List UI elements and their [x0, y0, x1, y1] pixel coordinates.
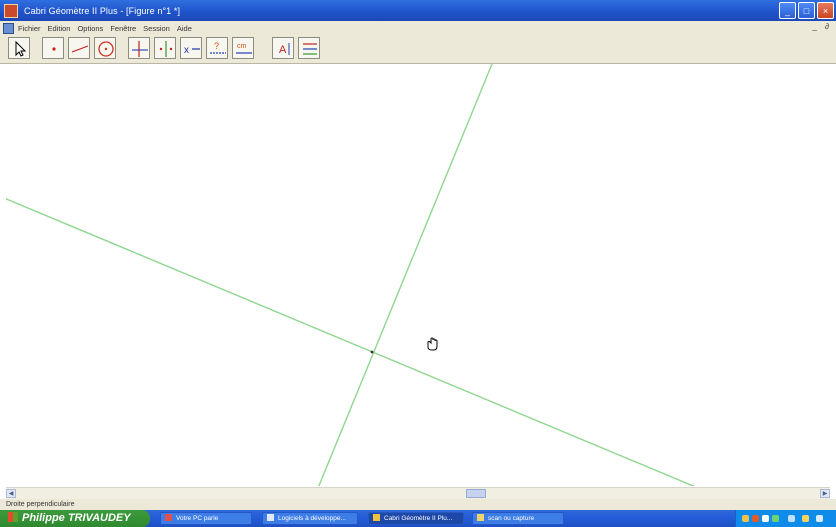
scroll-right-arrow-icon[interactable]: ▶ — [820, 489, 830, 498]
system-tray — [735, 510, 836, 527]
cabri-app-icon[interactable] — [4, 3, 18, 18]
menu-aide[interactable]: Aide — [177, 24, 192, 33]
check-property-tool-button[interactable]: ? — [206, 37, 228, 59]
perpendicular-line-tool-button[interactable] — [128, 37, 150, 59]
svg-text:cm: cm — [237, 43, 247, 50]
menu-session[interactable]: Session — [143, 24, 170, 33]
start-label: Philippe TRIVAUDEY — [22, 512, 131, 524]
display-tool-button[interactable]: A — [272, 37, 294, 59]
reflection-icon — [159, 41, 173, 57]
intersection-point[interactable] — [370, 350, 374, 354]
taskbar-item-logiciels[interactable]: Logiciels à développe... — [262, 512, 358, 525]
taskbar: Philippe TRIVAUDEY Votre PC parle Logici… — [0, 510, 836, 527]
macro-tool-button[interactable]: x — [180, 37, 202, 59]
svg-text:?: ? — [214, 41, 219, 51]
minimize-button[interactable]: _ — [779, 2, 796, 19]
horizontal-scrollbar[interactable]: ◀ ▶ — [6, 487, 830, 499]
network-icon[interactable] — [788, 515, 795, 522]
hand-cursor-icon — [427, 337, 438, 351]
line-tool-button[interactable] — [68, 37, 90, 59]
straight-line[interactable] — [6, 198, 698, 486]
tray-icon[interactable] — [752, 515, 759, 522]
tray-icon[interactable] — [762, 515, 769, 522]
mdi-window-controls[interactable]: _ ∂ — [812, 22, 832, 31]
folder-icon — [477, 514, 484, 521]
svg-text:A: A — [279, 44, 287, 56]
point-icon — [52, 47, 56, 51]
taskbar-item-cabri[interactable]: Cabri Géomètre II Plu... — [368, 512, 464, 525]
menu-bar: Fichier Edition Options Fenêtre Session … — [0, 21, 836, 35]
measure-icon: cm — [236, 43, 252, 54]
perpendicular-line[interactable] — [318, 64, 493, 486]
question-icon: ? — [210, 41, 226, 54]
windows-flag-icon — [8, 512, 18, 522]
circle-icon — [98, 41, 114, 57]
perpendicular-icon — [132, 41, 148, 57]
scroll-left-arrow-icon[interactable]: ◀ — [6, 489, 16, 498]
status-text: Droite perpendiculaire — [6, 501, 75, 508]
cabri-icon — [373, 514, 380, 521]
arrow-pointer-icon — [15, 40, 27, 57]
toolbar: x ? cm A — [0, 35, 836, 64]
tray-icon[interactable] — [742, 515, 749, 522]
status-bar: Droite perpendiculaire — [0, 499, 836, 510]
start-button[interactable]: Philippe TRIVAUDEY — [0, 510, 150, 527]
folder-icon — [267, 514, 274, 521]
svg-text:x: x — [184, 45, 189, 56]
tray-icon[interactable] — [772, 515, 779, 522]
browser-icon — [165, 514, 172, 521]
maximize-button[interactable]: □ — [798, 2, 815, 19]
window-controls: _ □ × — [779, 2, 834, 19]
menu-options[interactable]: Options — [77, 24, 103, 33]
document-icon[interactable] — [3, 22, 14, 34]
circle-tool-button[interactable] — [94, 37, 116, 59]
menu-fenetre[interactable]: Fenêtre — [110, 24, 136, 33]
title-bar: Cabri Géomètre II Plus - [Figure n°1 *] … — [0, 0, 836, 21]
line-icon — [71, 45, 89, 53]
menu-edition[interactable]: Edition — [48, 24, 71, 33]
attributes-icon — [303, 43, 317, 55]
macro-icon: x — [184, 45, 200, 56]
pointer-tool-button[interactable] — [8, 37, 30, 59]
transformation-tool-button[interactable] — [154, 37, 176, 59]
figure-svg — [6, 64, 698, 486]
attributes-tool-button[interactable] — [298, 37, 320, 59]
scroll-thumb[interactable] — [466, 489, 486, 498]
text-label-icon: A — [279, 43, 290, 56]
taskbar-item-votre-pc-parle[interactable]: Votre PC parle — [160, 512, 252, 525]
volume-icon[interactable] — [802, 515, 809, 522]
point-tool-button[interactable] — [42, 37, 64, 59]
taskbar-item-scan[interactable]: scan ou capture — [472, 512, 564, 525]
drawing-area[interactable] — [6, 64, 830, 486]
close-button[interactable]: × — [817, 2, 834, 19]
measure-tool-button[interactable]: cm — [232, 37, 254, 59]
window-title: Cabri Géomètre II Plus - [Figure n°1 *] — [24, 5, 181, 16]
menu-fichier[interactable]: Fichier — [18, 24, 41, 33]
clock-icon[interactable] — [816, 515, 823, 522]
